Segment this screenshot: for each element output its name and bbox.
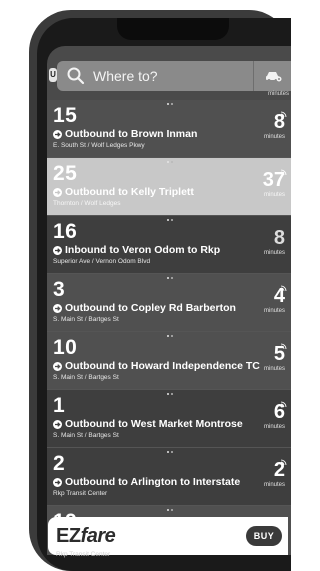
eta: 4 minutes bbox=[264, 286, 285, 314]
drag-handle bbox=[167, 393, 173, 396]
route-destination: Outbound to Brown Inman bbox=[53, 128, 197, 140]
eta-value: 8 bbox=[273, 227, 285, 249]
route-destination-text: Outbound to Copley Rd Barberton bbox=[65, 302, 236, 314]
route-stop: Rkp Transit Center bbox=[53, 490, 108, 497]
route-destination-text: Outbound to West Market Montrose bbox=[65, 418, 243, 430]
route-stop: S. Main St / Bartges St bbox=[53, 374, 119, 381]
car-button[interactable] bbox=[253, 61, 291, 91]
route-destination-text: Inbound to Veron Odom to Rkp bbox=[65, 244, 221, 256]
drag-handle bbox=[167, 219, 173, 222]
eta: 2 minutes bbox=[264, 460, 285, 488]
eta-unit: minutes bbox=[263, 192, 285, 198]
route-number: 15 bbox=[53, 104, 78, 127]
eta-unit: minutes bbox=[263, 250, 285, 256]
route-destination: Outbound to West Market Montrose bbox=[53, 418, 243, 430]
eta: 8 minutes bbox=[264, 228, 285, 256]
drag-handle bbox=[167, 277, 173, 280]
search-icon bbox=[67, 67, 85, 85]
route-number: 25 bbox=[53, 162, 78, 185]
route-destination-text: Outbound to Brown Inman bbox=[65, 128, 198, 140]
route-list: 15 Outbound to Brown Inman E. South St /… bbox=[47, 100, 291, 555]
eta-unit: minutes bbox=[263, 482, 285, 488]
app-screen: U Where to? minutes 15 Outbound to Brown… bbox=[47, 46, 291, 555]
eta-value: 4 bbox=[273, 285, 285, 307]
eta-unit: minutes bbox=[263, 134, 285, 140]
drag-handle bbox=[167, 103, 173, 106]
route-destination-text: Outbound to Arlington to Interstate bbox=[65, 476, 241, 488]
eta-value: 2 bbox=[273, 459, 285, 481]
route-row[interactable]: 25 Outbound to Kelly Triplett Thornton /… bbox=[47, 158, 291, 216]
eta-value: 8 bbox=[273, 111, 285, 133]
buy-button[interactable]: BUY bbox=[246, 526, 282, 546]
route-row[interactable]: 10 Outbound to Howard Independence TC S.… bbox=[47, 332, 291, 390]
arrow-right-icon bbox=[53, 245, 62, 255]
phone-notch bbox=[117, 18, 229, 40]
search-input[interactable]: Where to? bbox=[93, 68, 158, 84]
eta-unit: minutes bbox=[263, 424, 285, 430]
phone-frame: U Where to? minutes 15 Outbound to Brown… bbox=[29, 10, 291, 571]
route-destination: Outbound to Copley Rd Barberton bbox=[53, 302, 236, 314]
eta-value: 37 bbox=[262, 169, 285, 191]
route-number: 2 bbox=[53, 452, 66, 475]
route-number: 1 bbox=[53, 394, 66, 417]
eta-unit: minutes bbox=[263, 308, 285, 314]
route-stop: S. Main St / Bartges St bbox=[53, 316, 119, 323]
eta-value: 6 bbox=[273, 401, 285, 423]
route-row[interactable]: 1 Outbound to West Market Montrose S. Ma… bbox=[47, 390, 291, 448]
car-icon bbox=[265, 72, 281, 82]
ezfare-logo: EZfare bbox=[56, 524, 116, 547]
eta-value: 5 bbox=[273, 343, 285, 365]
route-stop: Thornton / Wolf Ledges bbox=[53, 200, 121, 207]
route-row[interactable]: 2 Outbound to Arlington to Interstate Rk… bbox=[47, 448, 291, 506]
route-destination: Outbound to Arlington to Interstate bbox=[53, 476, 240, 488]
drag-handle bbox=[167, 161, 173, 164]
side-chip: U bbox=[49, 68, 57, 82]
search-eta-label: minutes bbox=[267, 91, 289, 97]
route-row[interactable]: 15 Outbound to Brown Inman E. South St /… bbox=[47, 100, 291, 158]
route-destination-text: Outbound to Kelly Triplett bbox=[65, 186, 194, 198]
route-destination: Outbound to Kelly Triplett bbox=[53, 186, 194, 198]
route-destination: Outbound to Howard Independence TC bbox=[53, 360, 260, 372]
arrow-right-icon bbox=[53, 129, 62, 139]
route-destination-text: Outbound to Howard Independence TC bbox=[65, 360, 260, 372]
drag-handle bbox=[167, 451, 173, 454]
drag-handle bbox=[167, 509, 173, 512]
peek-route-stop: Rkp Transit Center bbox=[56, 551, 111, 558]
route-row[interactable]: 3 Outbound to Copley Rd Barberton S. Mai… bbox=[47, 274, 291, 332]
route-stop: Superior Ave / Vernon Odom Blvd bbox=[53, 258, 151, 265]
eta: 8 minutes bbox=[264, 112, 285, 140]
drag-handle bbox=[167, 335, 173, 338]
route-number: 3 bbox=[53, 278, 66, 301]
route-stop: S. Main St / Bartges St bbox=[53, 432, 119, 439]
route-stop: E. South St / Wolf Ledges Pkwy bbox=[53, 142, 145, 149]
eta: 5 minutes bbox=[264, 344, 285, 372]
arrow-right-icon bbox=[53, 187, 62, 197]
arrow-right-icon bbox=[53, 361, 62, 371]
route-destination: Inbound to Veron Odom to Rkp bbox=[53, 244, 220, 256]
arrow-right-icon bbox=[53, 303, 62, 313]
arrow-right-icon bbox=[53, 477, 62, 487]
route-row[interactable]: 16 Inbound to Veron Odom to Rkp Superior… bbox=[47, 216, 291, 274]
eta: 37 minutes bbox=[263, 170, 285, 198]
arrow-right-icon bbox=[53, 419, 62, 429]
route-number: 16 bbox=[53, 220, 78, 243]
phone-bezel: U Where to? minutes 15 Outbound to Brown… bbox=[37, 18, 291, 571]
search-bar[interactable]: Where to? minutes bbox=[57, 61, 291, 97]
ezfare-bar[interactable]: EZfare BUY bbox=[48, 517, 288, 555]
eta-unit: minutes bbox=[263, 366, 285, 372]
route-number: 10 bbox=[53, 336, 78, 359]
eta: 6 minutes bbox=[264, 402, 285, 430]
